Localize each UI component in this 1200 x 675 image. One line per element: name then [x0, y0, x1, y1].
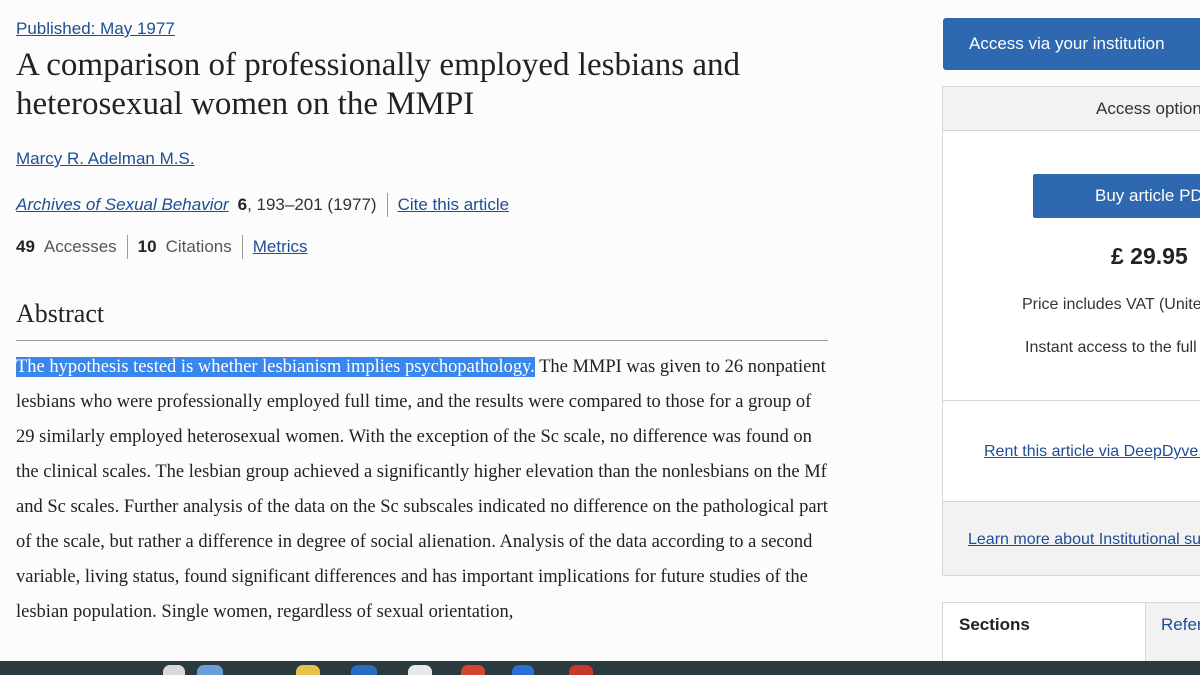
app-icon[interactable]	[408, 665, 432, 675]
selected-text[interactable]: The hypothesis tested is whether lesbian…	[16, 357, 535, 377]
tab-references[interactable]: Refer	[1146, 603, 1200, 662]
instant-access-note: Instant access to the full	[1025, 339, 1197, 356]
folder-icon[interactable]	[296, 665, 320, 675]
tab-sections[interactable]: Sections	[943, 603, 1146, 662]
institutional-subscription-area: Learn more about Institutional su	[943, 502, 1200, 575]
citations-label: Citations	[165, 237, 232, 256]
article-nav-tabs: Sections Refer	[942, 602, 1200, 662]
abstract-body: The MMPI was given to 26 nonpatient lesb…	[16, 357, 828, 622]
deepdyve-rent-link[interactable]: Rent this article via DeepDyve.	[984, 443, 1200, 461]
published-date-link[interactable]: Published: May 1977	[16, 19, 175, 39]
app-icon[interactable]	[512, 665, 534, 675]
article-price: £ 29.95	[1111, 243, 1188, 269]
app-icon[interactable]	[569, 665, 593, 675]
abstract-text[interactable]: The hypothesis tested is whether lesbian…	[16, 350, 828, 630]
metrics-link[interactable]: Metrics	[253, 237, 308, 257]
app-icon[interactable]	[351, 665, 377, 675]
vat-note: Price includes VAT (Unite	[1022, 296, 1200, 313]
citations-count: 10	[137, 237, 157, 256]
accesses-count: 49	[16, 237, 35, 256]
article-title: A comparison of professionally employed …	[16, 47, 741, 122]
access-options-header: Access option	[943, 87, 1200, 131]
abstract-divider	[16, 340, 828, 341]
taskbar	[0, 661, 1200, 675]
divider	[241, 235, 243, 259]
divider	[126, 235, 128, 259]
journal-link[interactable]: Archives of Sexual Behavior	[16, 195, 229, 215]
browser-icon[interactable]	[461, 665, 485, 675]
access-via-institution-button[interactable]: Access via your institution	[943, 18, 1200, 70]
learn-institutional-link[interactable]: Learn more about Institutional su	[968, 531, 1200, 549]
cite-article-link[interactable]: Cite this article	[398, 195, 509, 215]
citation-line: Archives of Sexual Behavior 6 , 193–201 …	[16, 193, 509, 217]
accesses-label: Accesses	[43, 237, 117, 256]
app-icon[interactable]	[163, 665, 185, 675]
author-link[interactable]: Marcy R. Adelman M.S.	[16, 149, 195, 169]
buy-article-pdf-button[interactable]: Buy article PD	[1033, 174, 1200, 218]
volume-number: 6	[237, 195, 248, 214]
app-icon[interactable]	[197, 665, 223, 675]
divider	[386, 193, 388, 217]
abstract-heading: Abstract	[16, 299, 105, 328]
access-options-panel: Access option Buy article PD £ 29.95 Pri…	[942, 86, 1200, 576]
metrics-line: 49 Accesses 10 Citations Metrics	[16, 235, 308, 259]
page-range: , 193–201 (1977)	[247, 195, 377, 214]
panel-divider	[943, 400, 1200, 401]
